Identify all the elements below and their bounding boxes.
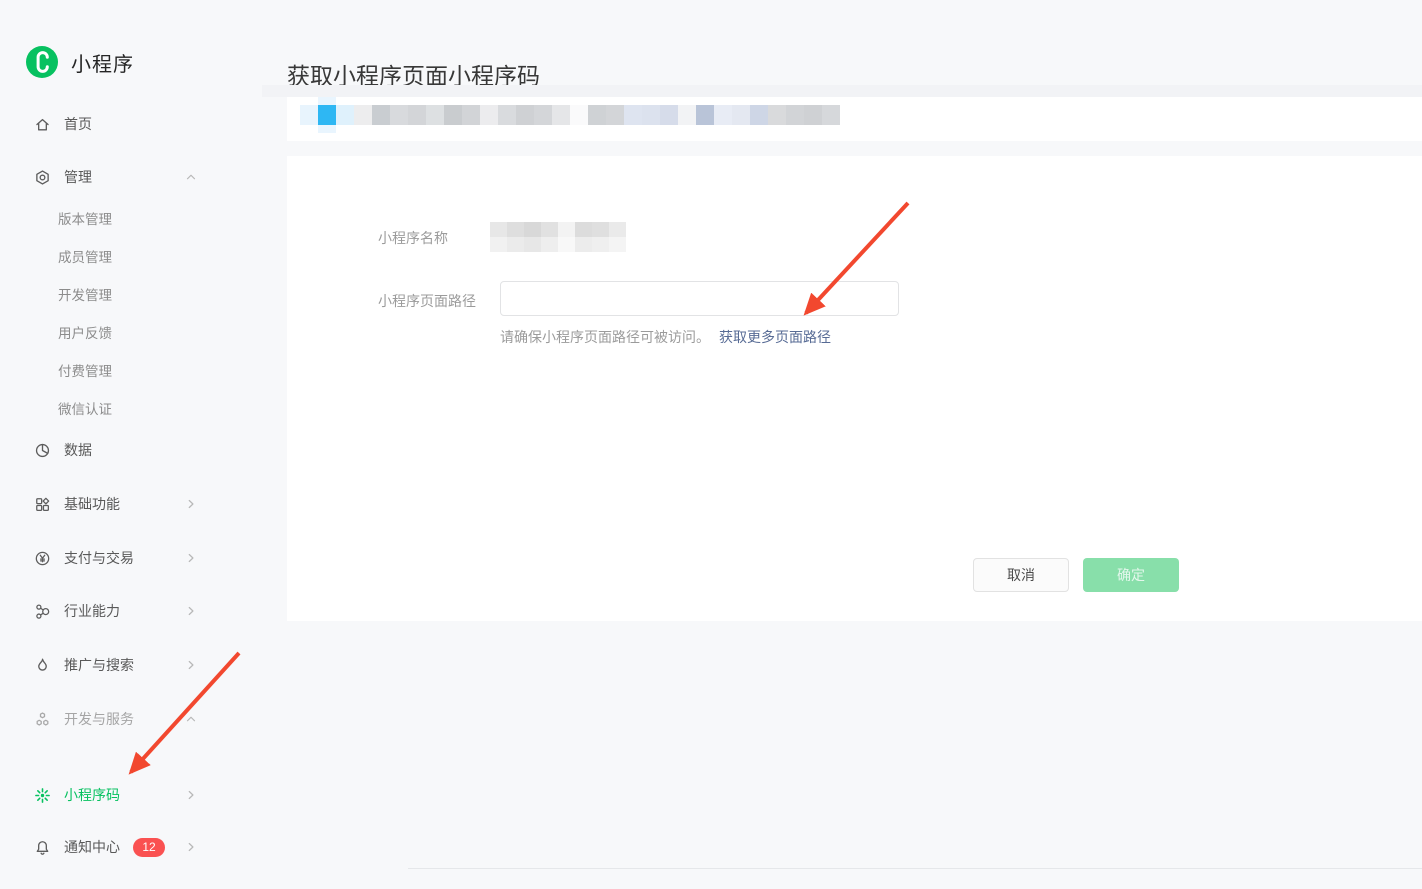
miniprogram-name-label: 小程序名称 bbox=[378, 228, 448, 248]
chevron-right-icon bbox=[183, 550, 199, 566]
page-path-label: 小程序页面路径 bbox=[378, 291, 476, 311]
redacted-miniprogram-name bbox=[490, 222, 626, 252]
sidebar-item-home[interactable]: 首页 bbox=[34, 111, 210, 137]
sidebar-item-notification-center[interactable]: 通知中心 12 bbox=[34, 834, 210, 860]
bottom-divider bbox=[408, 868, 1422, 869]
features-icon bbox=[34, 496, 51, 513]
miniprogram-console-screen: 小程序 首页 管理 版本管理 成员管理 开发管理 用户反馈 付费管理 微信认证 bbox=[0, 0, 1422, 889]
sidebar-item-payment-trade[interactable]: 支付与交易 bbox=[34, 545, 210, 571]
sidebar-subitem-dev-manage[interactable]: 开发管理 bbox=[58, 283, 112, 305]
sidebar-subitem-version-manage[interactable]: 版本管理 bbox=[58, 207, 112, 229]
sidebar-subitem-pay-manage[interactable]: 付费管理 bbox=[58, 359, 112, 381]
sidebar: 小程序 首页 管理 版本管理 成员管理 开发管理 用户反馈 付费管理 微信认证 bbox=[0, 0, 262, 889]
context-bar bbox=[287, 97, 1422, 141]
sidebar-item-promotion-search[interactable]: 推广与搜索 bbox=[34, 652, 210, 678]
dev-services-icon bbox=[34, 711, 51, 728]
chevron-right-icon bbox=[183, 657, 199, 673]
page-path-input[interactable] bbox=[500, 281, 899, 316]
confirm-button[interactable]: 确定 bbox=[1083, 558, 1179, 592]
home-icon bbox=[34, 116, 51, 133]
sidebar-item-manage[interactable]: 管理 bbox=[34, 164, 210, 190]
data-icon bbox=[34, 442, 51, 459]
chevron-up-icon bbox=[183, 169, 199, 185]
notification-count-badge: 12 bbox=[133, 838, 165, 857]
app-logo: 小程序 bbox=[26, 46, 134, 78]
path-helper-text: 请确保小程序页面路径可被访问。 bbox=[500, 329, 710, 345]
payment-icon bbox=[34, 550, 51, 567]
chevron-right-icon bbox=[183, 603, 199, 619]
promotion-flame-icon bbox=[34, 657, 51, 674]
sidebar-subitem-user-feedback[interactable]: 用户反馈 bbox=[58, 321, 112, 343]
sidebar-item-data[interactable]: 数据 bbox=[34, 437, 210, 463]
sidebar-item-dev-services[interactable]: 开发与服务 bbox=[34, 706, 210, 732]
manage-icon bbox=[34, 169, 51, 186]
bell-icon bbox=[34, 839, 51, 856]
industry-icon bbox=[34, 603, 51, 620]
app-logo-label: 小程序 bbox=[71, 48, 134, 77]
sidebar-item-basic-features[interactable]: 基础功能 bbox=[34, 491, 210, 517]
chevron-right-icon bbox=[183, 839, 199, 855]
cancel-button[interactable]: 取消 bbox=[973, 558, 1069, 592]
redacted-context-mosaic bbox=[300, 105, 840, 125]
miniprogram-logo-icon bbox=[26, 46, 58, 78]
get-minicode-form-card: 小程序名称 小程序页面路径 请确保小程序页面路径可被访问。获取更多页面路径 取消… bbox=[287, 156, 1422, 621]
chevron-up-icon bbox=[183, 711, 199, 727]
sidebar-subitem-wechat-verify[interactable]: 微信认证 bbox=[58, 397, 112, 419]
minicode-suncode-icon bbox=[34, 787, 51, 804]
sidebar-item-minicode[interactable]: 小程序码 bbox=[34, 782, 210, 808]
chevron-right-icon bbox=[183, 496, 199, 512]
get-more-paths-link[interactable]: 获取更多页面路径 bbox=[719, 329, 831, 345]
path-helper-row: 请确保小程序页面路径可被访问。获取更多页面路径 bbox=[500, 327, 831, 347]
chevron-right-icon bbox=[183, 787, 199, 803]
sidebar-subitem-member-manage[interactable]: 成员管理 bbox=[58, 245, 112, 267]
sidebar-item-industry-capability[interactable]: 行业能力 bbox=[34, 598, 210, 624]
header-separator bbox=[262, 85, 1422, 97]
